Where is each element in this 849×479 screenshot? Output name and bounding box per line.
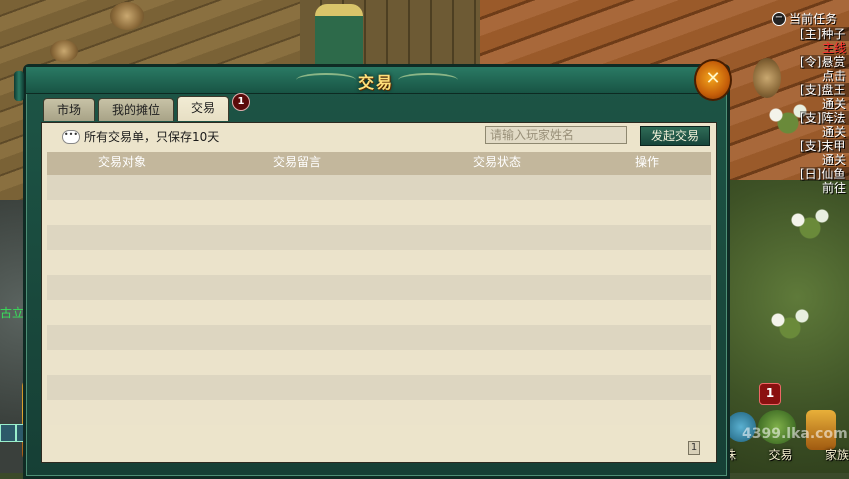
table-row <box>47 225 711 250</box>
column-header-message: 交易留言 <box>272 155 321 169</box>
table-row <box>47 250 711 275</box>
quest-item[interactable]: [支]阵法 <box>800 111 849 125</box>
quest-item-sub[interactable]: 通关 <box>822 153 849 167</box>
column-header-target: 交易对象 <box>97 155 146 169</box>
trade-table: 交易对象 交易留言 交易状态 操作 <box>47 152 711 425</box>
collapse-icon[interactable]: − <box>772 12 786 26</box>
tab-bar: 市场 我的摊位 交易 1 <box>43 93 250 122</box>
quest-item[interactable]: [支]盘王 <box>800 83 849 97</box>
trade-window: 交易 ✕ 市场 我的摊位 交易 1 ••• 所有交易单，只保存10天 发起交易 … <box>14 59 732 479</box>
scroll-end-left <box>14 71 24 101</box>
quest-item-sub[interactable]: 点击 <box>822 69 849 83</box>
notice: ••• 所有交易单，只保存10天 <box>62 128 219 145</box>
table-header: 交易对象 交易留言 交易状态 操作 <box>47 152 711 175</box>
quest-item[interactable]: [主]种子 <box>800 27 849 41</box>
notification-badge[interactable]: 1 <box>759 383 781 405</box>
watermark: 4399.lka.com <box>742 426 848 442</box>
flower-decoration <box>760 300 820 340</box>
close-x-icon: ✕ <box>705 68 721 89</box>
dock-label-family[interactable]: 家族 <box>825 446 849 463</box>
player-name-search-input[interactable] <box>485 126 627 144</box>
quest-tracker-header[interactable]: − 当前任务 <box>772 12 849 26</box>
dock-label-trade[interactable]: 交易 <box>768 446 792 463</box>
quest-item-sub[interactable]: 通关 <box>822 125 849 139</box>
quest-tracker: − 当前任务 [主]种子 主线 [令]悬赏 点击 [支]盘王 通关 [支]阵法 … <box>772 12 849 195</box>
close-button[interactable]: ✕ <box>694 59 732 101</box>
table-row <box>47 350 711 375</box>
title-ornament-icon <box>296 73 356 87</box>
quest-item-sub[interactable]: 通关 <box>822 97 849 111</box>
notice-text: 所有交易单，只保存10天 <box>84 130 220 144</box>
table-row <box>47 275 711 300</box>
trade-panel: ••• 所有交易单，只保存10天 发起交易 交易对象 交易留言 交易状态 操作 … <box>41 122 717 463</box>
tab-my-stall[interactable]: 我的摊位 <box>98 98 175 121</box>
table-row <box>47 300 711 325</box>
dock-labels: 珠 交易 家族 <box>724 446 849 463</box>
window-title: 交易 <box>357 73 394 92</box>
tab-notification-badge: 1 <box>232 93 250 111</box>
table-row <box>47 375 711 400</box>
quest-item-sub[interactable]: 前往 <box>822 181 849 195</box>
npc-character[interactable] <box>315 4 363 70</box>
table-row <box>47 325 711 350</box>
barrel-icon <box>110 2 144 30</box>
left-edge-button[interactable] <box>0 424 16 442</box>
tab-trade[interactable]: 交易 <box>177 96 230 121</box>
quest-item[interactable]: [令]悬赏 <box>800 55 849 69</box>
chat-bubble-icon: ••• <box>62 129 80 144</box>
start-trade-button[interactable]: 发起交易 <box>640 126 710 146</box>
page-number[interactable]: 1 <box>688 441 700 455</box>
quest-item-sub[interactable]: 主线 <box>822 41 849 55</box>
table-row <box>47 400 711 425</box>
barrel-icon <box>50 40 78 62</box>
column-header-action: 操作 <box>634 155 659 169</box>
quest-item[interactable]: [支]末甲 <box>800 139 849 153</box>
table-row <box>47 200 711 225</box>
flower-decoration <box>780 200 840 240</box>
title-ornament-icon <box>398 73 458 87</box>
quest-item[interactable]: [日]仙鱼 <box>800 167 849 181</box>
window-title-bar[interactable]: 交易 <box>26 67 727 94</box>
quest-tracker-title: 当前任务 <box>789 12 838 26</box>
table-row <box>47 175 711 200</box>
column-header-status: 交易状态 <box>472 155 521 169</box>
tab-market[interactable]: 市场 <box>43 98 96 121</box>
